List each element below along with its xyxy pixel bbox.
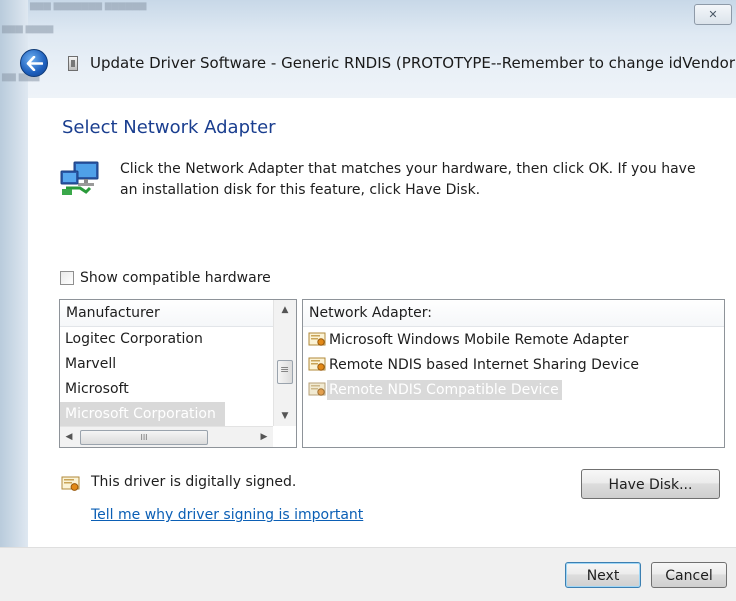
manufacturer-item[interactable]: Marvell [60,352,273,377]
close-icon: ✕ [708,8,718,21]
next-button[interactable]: Next [565,562,641,588]
certificate-icon [308,382,326,396]
network-adapter-label: Remote NDIS based Internet Sharing Devic… [329,356,640,373]
horizontal-scroll-thumb[interactable]: III [80,430,208,445]
show-compatible-hardware[interactable]: Show compatible hardware [60,270,271,286]
back-arrow-icon [26,56,43,71]
network-adapter-item-selected[interactable]: Remote NDIS Compatible Device [303,377,724,402]
network-adapter-list-header: Network Adapter: [303,300,724,327]
manufacturer-item-selected[interactable]: Microsoft Corporation [60,402,225,427]
scroll-left-icon[interactable]: ◀ [62,429,76,445]
show-compatible-label: Show compatible hardware [80,270,271,286]
network-adapter-item[interactable]: Remote NDIS based Internet Sharing Devic… [303,352,724,377]
manufacturer-list[interactable]: Manufacturer Logitec Corporation Marvell… [59,299,297,448]
scroll-down-icon[interactable]: ▼ [274,408,296,424]
window-frame-edge [0,0,28,600]
manufacturer-list-header: Manufacturer [60,300,273,327]
scroll-right-icon[interactable]: ▶ [257,429,271,445]
signed-certificate-icon [61,476,80,491]
certificate-icon [308,357,326,371]
close-button[interactable]: ✕ [694,4,732,25]
window-title-bar [0,0,736,98]
signed-status-text: This driver is digitally signed. [91,474,297,490]
scroll-up-icon[interactable]: ▲ [274,302,296,318]
manufacturer-item[interactable]: Logitec Corporation [60,327,273,352]
back-button[interactable] [20,49,48,77]
manufacturer-item[interactable]: Microsoft [60,377,273,402]
network-adapter-item[interactable]: Microsoft Windows Mobile Remote Adapter [303,327,724,352]
manufacturer-horizontal-scrollbar[interactable]: ◀ III ▶ [60,426,273,447]
manufacturer-vertical-scrollbar[interactable]: ▲ ▼ [273,300,296,426]
page-title: Select Network Adapter [62,117,276,138]
device-icon [68,56,78,71]
have-disk-button[interactable]: Have Disk... [581,469,720,499]
background-window-ghost: ▆▆▆ ▆▆▆▆ [2,24,54,34]
page-description: Click the Network Adapter that matches y… [120,161,696,198]
window-title: Update Driver Software - Generic RNDIS (… [90,54,736,72]
show-compatible-checkbox[interactable] [60,271,74,285]
network-adapter-label: Microsoft Windows Mobile Remote Adapter [329,331,629,348]
network-hardware-icon [60,161,99,195]
certificate-icon [308,332,326,346]
background-window-ghost: ▆▆▆ ▆▆▆▆▆▆▆ ▆▆▆▆▆▆ [30,1,147,11]
vertical-scroll-thumb[interactable] [277,360,293,384]
network-adapter-list[interactable]: Network Adapter: Microsoft Windows Mobil… [302,299,725,448]
network-adapter-label: Remote NDIS Compatible Device [327,379,562,400]
cancel-button[interactable]: Cancel [651,562,727,588]
driver-signing-link[interactable]: Tell me why driver signing is important [91,507,363,523]
